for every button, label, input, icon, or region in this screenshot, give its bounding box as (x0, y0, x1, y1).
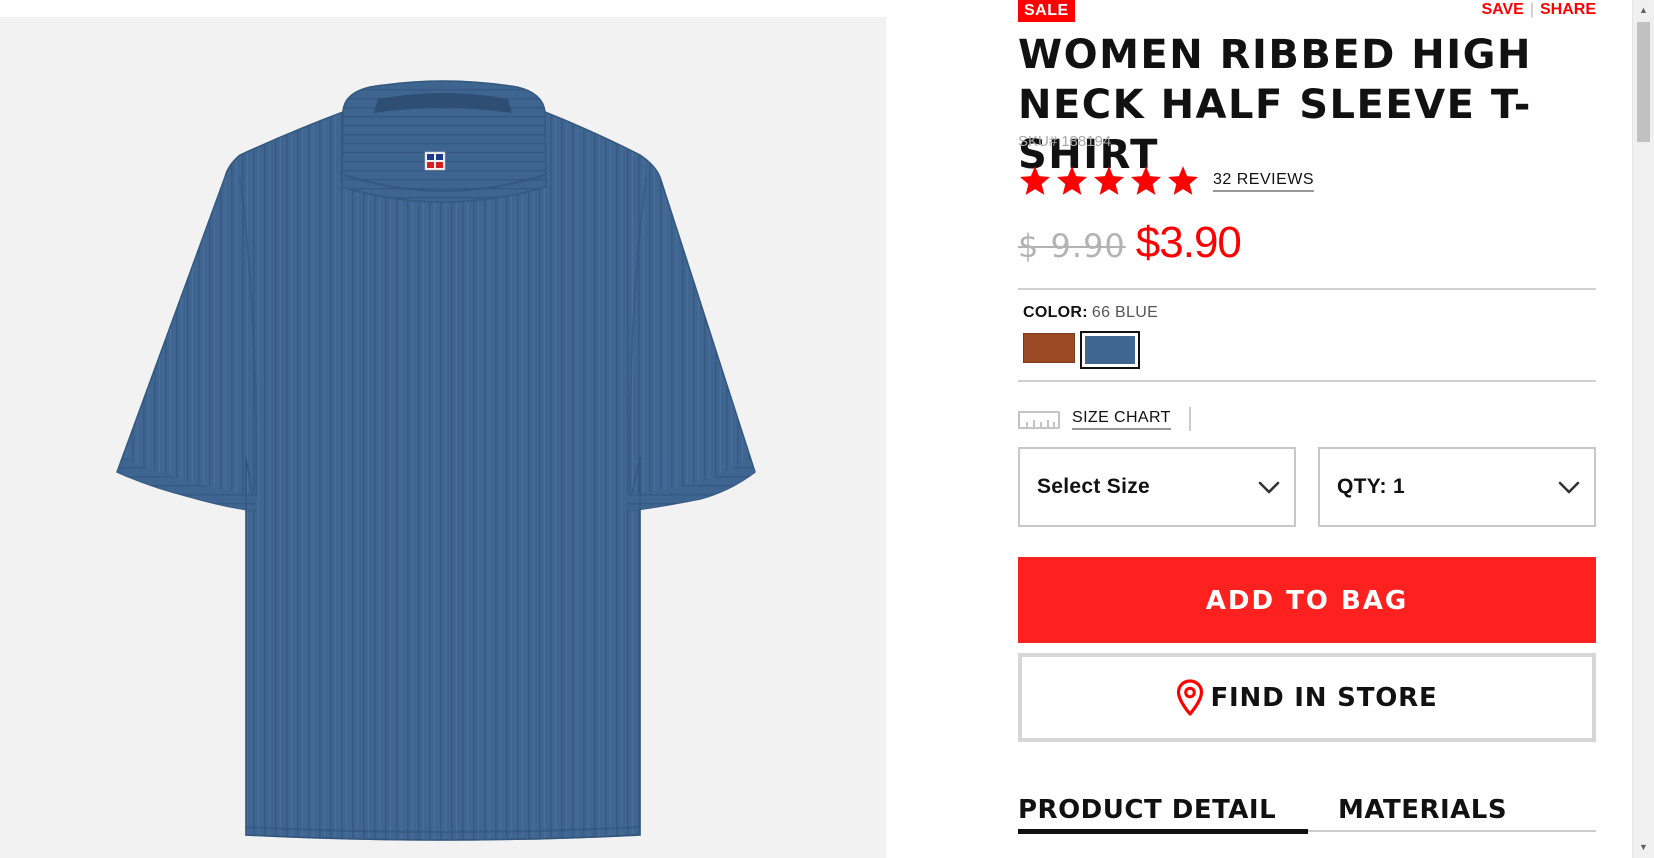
star-icon (1019, 166, 1051, 195)
color-swatch-blue[interactable] (1080, 331, 1140, 369)
sku-label: SKU# (1018, 133, 1058, 150)
product-tabs: PRODUCT DETAIL MATERIALS (1018, 790, 1596, 838)
reviews-link[interactable]: 32 REVIEWS (1213, 171, 1315, 192)
color-selected-value: 66 BLUE (1091, 304, 1159, 321)
chevron-down-icon (1558, 481, 1580, 494)
star-icon (1167, 166, 1199, 195)
price-row: $ 9.90 $3.90 (1018, 218, 1242, 274)
size-chart-link[interactable]: SIZE CHART (1072, 409, 1171, 430)
product-title: WOMEN RIBBED HIGH NECK HALF SLEEVE T-SHI… (1018, 32, 1532, 178)
product-rating: 32 REVIEWS (1018, 164, 1315, 198)
tab-product-detail[interactable]: PRODUCT DETAIL (1018, 790, 1308, 834)
ruler-icon (1018, 411, 1060, 429)
color-label-text: COLOR: (1023, 304, 1088, 321)
star-icon (1056, 166, 1088, 195)
product-sku: SKU# 188194 (1018, 133, 1111, 150)
product-image[interactable] (0, 17, 886, 858)
add-to-bag-button[interactable]: ADD TO BAG (1018, 557, 1596, 643)
find-in-store-label: FIND IN STORE (1210, 682, 1438, 713)
color-swatch-brown[interactable] (1023, 333, 1075, 363)
product-actions: SAVE | SHARE (1481, 0, 1596, 20)
quantity-select-value: QTY: 1 (1337, 475, 1405, 498)
top-row: SALE SAVE | SHARE (1018, 0, 1596, 22)
share-link[interactable]: SHARE (1540, 1, 1596, 18)
save-link[interactable]: SAVE (1481, 1, 1523, 18)
sku-value: 188194 (1061, 133, 1112, 150)
divider (1188, 407, 1191, 431)
brand-label-icon (424, 151, 446, 171)
product-info: SALE SAVE | SHARE WOMEN RIBBED HIGH NECK H… (1018, 0, 1596, 858)
quantity-select[interactable]: QTY: 1 (1318, 447, 1596, 527)
original-price: $ 9.90 (1018, 227, 1126, 265)
size-select[interactable]: Select Size (1018, 447, 1296, 527)
color-swatch-blue-fill (1085, 336, 1135, 364)
size-select-value: Select Size (1037, 475, 1151, 498)
color-label: COLOR: 66 BLUE (1023, 304, 1158, 322)
chevron-down-icon (1258, 481, 1280, 494)
active-tab-indicator (1018, 829, 1308, 834)
scroll-down-arrow-icon[interactable]: ▼ (1633, 839, 1654, 856)
ribbed-tshirt-image (116, 80, 756, 841)
size-chart-row: SIZE CHART (1018, 404, 1191, 434)
map-pin-icon (1177, 678, 1204, 716)
sale-price: $3.90 (1135, 218, 1242, 267)
divider (1018, 288, 1596, 290)
sale-badge: SALE (1018, 0, 1075, 22)
page-scrollbar[interactable]: ▲ ▼ (1632, 0, 1654, 858)
star-icon (1093, 166, 1125, 195)
divider (1018, 380, 1596, 382)
scroll-up-arrow-icon[interactable]: ▲ (1633, 2, 1654, 19)
scroll-thumb[interactable] (1637, 22, 1650, 142)
star-icon (1130, 166, 1162, 195)
tab-materials[interactable]: MATERIALS (1338, 790, 1596, 834)
actions-separator: | (1529, 1, 1534, 18)
find-in-store-button[interactable]: FIND IN STORE (1018, 653, 1596, 742)
